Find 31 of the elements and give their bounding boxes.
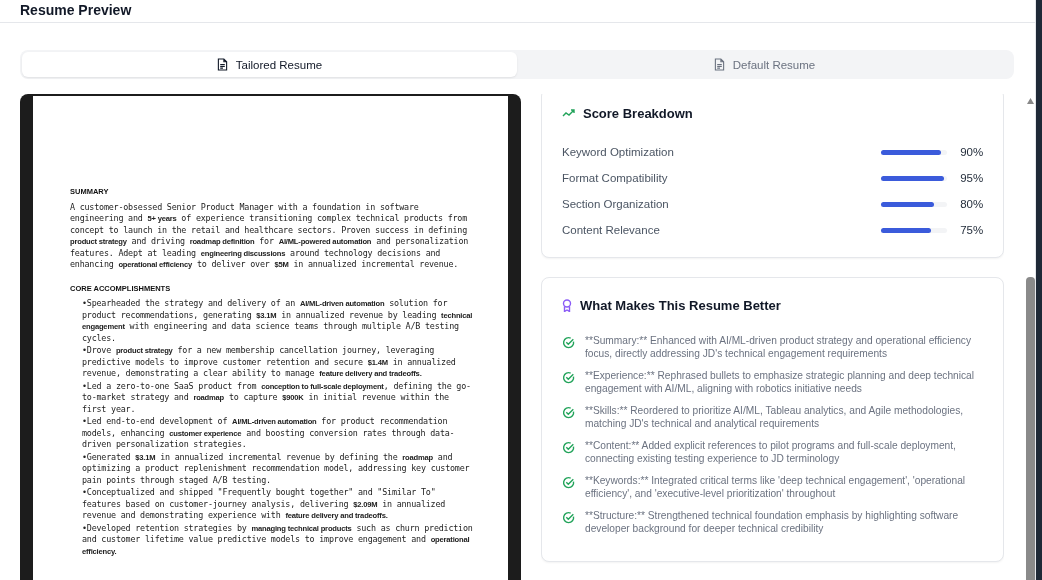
score-label: Keyword Optimization [561,146,675,158]
scrollbar-thumb[interactable] [1026,277,1036,580]
tab[interactable]: Default Resume [517,52,1012,77]
score-value: 75% [959,224,984,236]
check-circle-icon [561,406,575,419]
check-circle-icon [561,511,575,524]
trend-up-icon [561,109,575,118]
check-circle-icon [561,371,575,384]
improvement-text: **Summary:** Enhanced with AI/ML-driven product strategy and operational efficiency focus, directly addressing JD's technical engagement requirements [584,335,972,360]
improvement-text: **Content:** Added explicit references to pilot programs and full-scale deployment, connecting existing testing experience to JD terminology [584,440,957,465]
score-value: 80% [959,198,984,210]
improvement-text: **Structure:** Strengthened technical foundation emphasis by highlighting software developer background for deeper technical credibility [584,510,960,535]
check-circle-icon [561,476,575,489]
page-title: Resume Preview [20,2,132,18]
score-value: 90% [959,146,984,158]
improvement-text: **Keywords:** Integrated critical terms like 'deep technical engagement', 'operational efficiency', and 'executive-level prioritization' throughout [584,475,967,500]
improvement-text: **Skills:** Reordered to prioritize AI/ML, Tableau analytics, and Agile methodologies, matching JD's technical and analytical requirements [584,405,965,430]
document-icon [713,58,725,71]
award-icon [561,299,572,312]
score-value: 95% [959,172,984,184]
improvement-text: **Experience:** Rephrased bullets to emphasize strategic planning and deep technical engagement with AI/ML, aligning with robotics initiative needs [584,370,976,395]
tab[interactable]: Tailored Resume [22,52,517,77]
scroll-up-icon[interactable] [1027,98,1035,104]
check-circle-icon [561,336,575,349]
score-label: Content Relevance [561,224,661,236]
card-title: What Makes This Resume Better [579,298,781,313]
card-title: Score Breakdown [582,106,693,121]
score-label: Format Compatibility [561,172,669,184]
document-icon [216,58,228,71]
score-label: Section Organization [561,198,670,210]
check-circle-icon [561,441,575,454]
